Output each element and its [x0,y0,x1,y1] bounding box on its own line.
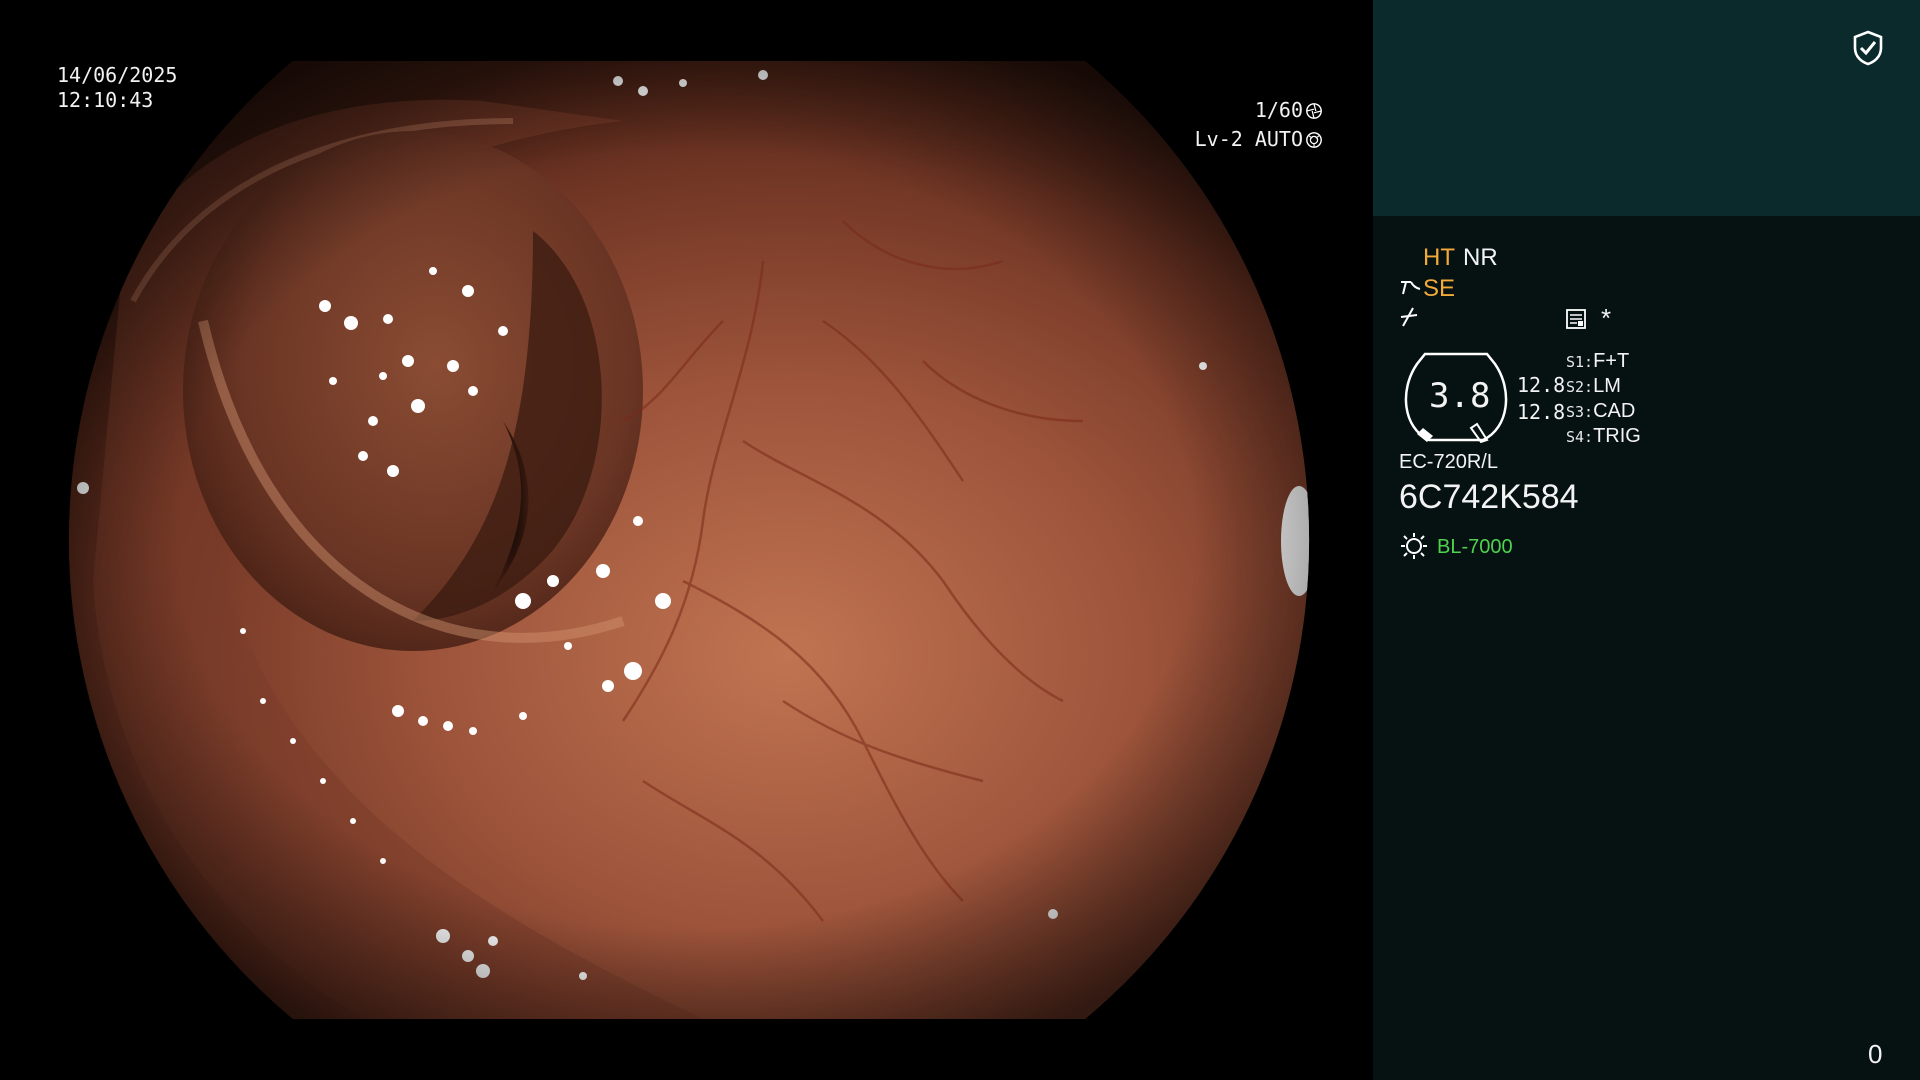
page-counter: 0 [1868,1039,1883,1069]
distance-1-label: 12.8 [1517,373,1566,397]
time-display: 12:10:43 [57,88,154,112]
scope-serial-label: 6C742K584 [1399,478,1579,516]
light-source-icon [1401,533,1427,559]
endoscopic-image [68,61,1310,1019]
light-source-label: BL-7000 [1437,536,1513,558]
switch-value: TRIG [1593,425,1641,447]
iris-level-row: Lv-2 AUTO [1195,127,1323,152]
scope-model-label: EC-720R/L [1399,451,1498,473]
switch-value: LM [1593,375,1621,397]
switch-value: CAD [1593,400,1636,422]
shutter-speed-label: 1/60 [1254,98,1303,122]
mode-ht-label: HT [1423,244,1455,271]
iris-level-label: Lv-2 AUTO [1194,127,1303,151]
date-display: 14/06/2025 [57,63,178,87]
gauge-value: 3.8 [1429,376,1491,416]
shutter-icon [1306,103,1322,119]
mode-se-label: SE [1423,275,1456,302]
switch-row-s2: S2:LM [1566,373,1621,399]
switch-value: F+T [1593,350,1630,372]
distance-2-label: 12.8 [1517,400,1566,424]
shutter-speed-row: 1/60 [1255,98,1323,123]
endoscope-view: 14/06/2025 12:10:43 1/60 Lv-2 AUTO [0,0,1373,1080]
asterisk-label: * [1601,303,1612,333]
switch-key: S1: [1566,353,1594,371]
memo-icon [1566,309,1586,329]
switch-key: S3: [1566,403,1594,421]
iris-icon [1306,132,1322,148]
switch-key: S4: [1566,428,1594,446]
switch-row-s1: S1:F+T [1566,348,1629,374]
switch-key: S2: [1566,378,1594,396]
shield-check-icon[interactable] [1852,30,1884,66]
panel-header [1373,0,1920,216]
switch-row-s4: S4:TRIG [1566,423,1641,449]
slash-icon [1400,307,1418,327]
info-panel: HT NR SE * 3.8 12.8 12.8 S1:F+T S2:LM S3… [1373,0,1920,1080]
mode-nr-label: NR [1463,244,1498,271]
switch-row-s3: S3:CAD [1566,398,1635,424]
se-icon [1401,281,1421,295]
